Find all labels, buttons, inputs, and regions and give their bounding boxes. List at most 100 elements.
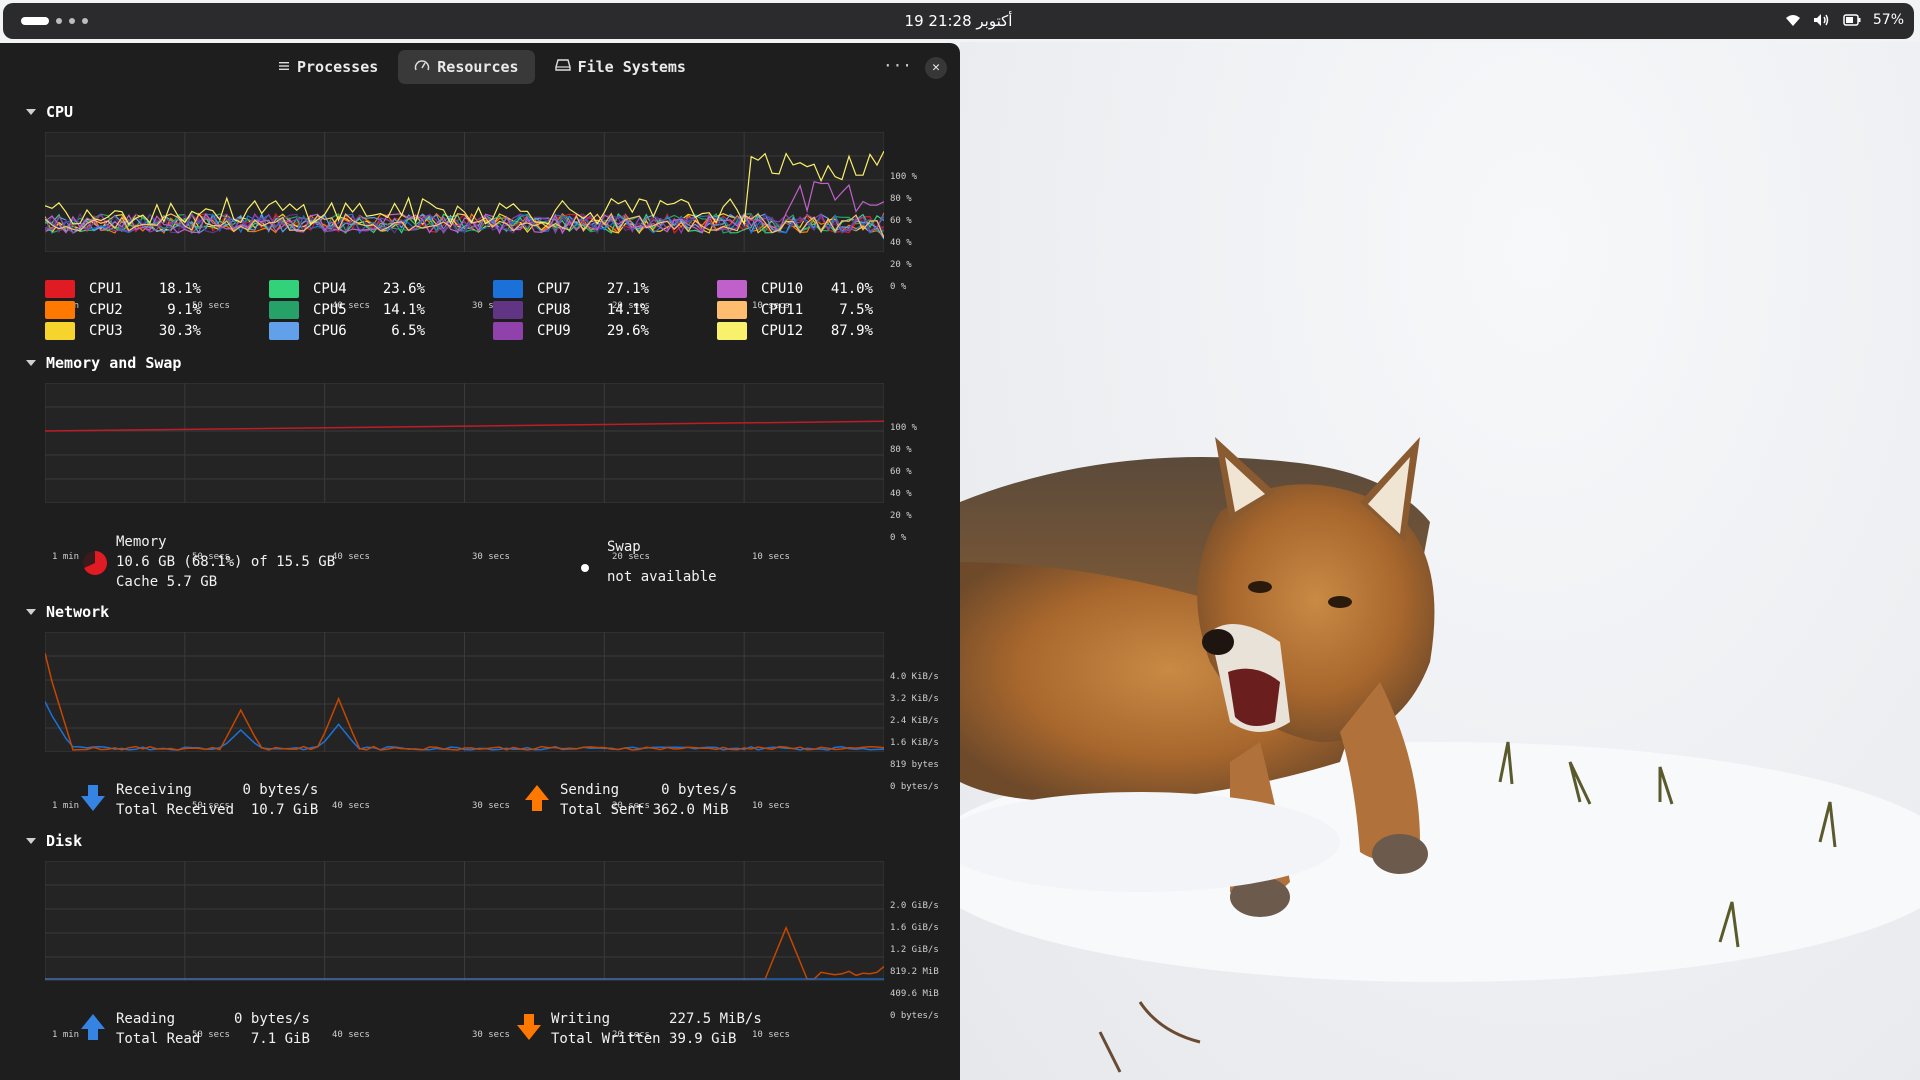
legend-core-name: CPU6	[313, 323, 347, 339]
sending-value: 0 bytes/s	[661, 782, 738, 798]
clock[interactable]: 19 أكتوبر 21:28	[3, 12, 1914, 30]
cpu-legend-item: CPU9 29.6%	[493, 322, 649, 340]
system-tray[interactable]: 57%	[1785, 12, 1904, 28]
tab-file-systems[interactable]: File Systems	[539, 50, 702, 84]
cpu-legend-item: CPU3 30.3%	[45, 322, 201, 340]
battery-icon	[1843, 14, 1861, 26]
legend-core-value: 7.5%	[839, 302, 873, 318]
top-bar-panel: 19 أكتوبر 21:28 57%	[3, 3, 1914, 39]
section-cpu-header[interactable]: CPU	[26, 103, 73, 121]
swap-info: Swap not available	[607, 532, 717, 592]
legend-swatch	[45, 322, 75, 340]
x-axis-tick-label: 10 secs	[752, 801, 790, 811]
disk-graph-canvas	[45, 861, 884, 981]
legend-core-value: 14.1%	[606, 302, 649, 318]
y-axis-tick-label: 60 %	[890, 216, 912, 226]
total-sent-value: 362.0 MiB	[652, 802, 729, 818]
memory-graph-canvas	[45, 383, 884, 503]
volume-icon	[1813, 13, 1831, 27]
tab-processes[interactable]: Processes	[262, 50, 394, 84]
legend-core-name: CPU1	[89, 281, 123, 297]
section-title: CPU	[46, 103, 74, 121]
legend-core-value: 29.6%	[606, 323, 649, 339]
disk-write-info: Writing 227.5 MiB/s Total Written 39.9 G…	[551, 1009, 762, 1049]
cpu-legend-item: CPU10 41.0%	[717, 280, 873, 298]
tab-resources[interactable]: Resources	[398, 50, 535, 84]
legend-core-value: 87.9%	[830, 323, 873, 339]
cpu-legend-item: CPU5 14.1%	[269, 301, 425, 319]
x-axis-tick-label: 10 secs	[752, 552, 790, 562]
x-axis-tick-label: 40 secs	[332, 552, 370, 562]
section-disk-header[interactable]: Disk	[26, 832, 82, 850]
y-axis-tick-label: 3.2 KiB/s	[890, 694, 939, 704]
y-axis-tick-label: 80 %	[890, 194, 912, 204]
disk-graph	[45, 861, 884, 981]
legend-swatch	[269, 301, 299, 319]
section-memory-header[interactable]: Memory and Swap	[26, 354, 181, 372]
x-axis-tick-label: 40 secs	[332, 1030, 370, 1040]
swap-dot-icon	[580, 558, 590, 577]
close-button[interactable]: ✕	[925, 57, 947, 79]
tab-label: File Systems	[577, 58, 686, 76]
legend-swatch	[717, 322, 747, 340]
write-arrow-icon	[516, 1013, 542, 1045]
more-options-button[interactable]: ···	[883, 54, 912, 80]
total-written-value: 39.9 GiB	[669, 1031, 737, 1047]
legend-swatch	[717, 301, 747, 319]
memory-info: Memory 10.6 GB (68.1%) of 15.5 GB Cache …	[116, 532, 335, 592]
swap-label: Swap	[607, 539, 641, 555]
legend-core-name: CPU2	[89, 302, 123, 318]
legend-core-value: 9.1%	[167, 302, 201, 318]
y-axis-tick-label: 1.2 GiB/s	[890, 945, 939, 955]
receiving-value: 0 bytes/s	[242, 782, 319, 798]
y-axis-tick-label: 20 %	[890, 511, 912, 521]
legend-swatch	[493, 301, 523, 319]
tab-label: Resources	[437, 58, 519, 76]
download-arrow-icon	[80, 784, 106, 816]
drive-icon	[554, 58, 571, 76]
y-axis-tick-label: 2.0 GiB/s	[890, 901, 939, 911]
network-graph	[45, 632, 884, 752]
writing-value: 227.5 MiB/s	[669, 1011, 762, 1027]
tab-label: Processes	[297, 58, 379, 76]
top-bar: 19 أكتوبر 21:28 57%	[0, 0, 1920, 42]
x-axis-tick-label: 30 secs	[472, 801, 510, 811]
x-axis-tick-label: 30 secs	[472, 1030, 510, 1040]
y-axis-tick-label: 40 %	[890, 489, 912, 499]
legend-swatch	[45, 280, 75, 298]
total-received-label: Total Received	[116, 802, 235, 818]
x-axis-tick-label: 1 min	[52, 801, 80, 811]
y-axis-tick-label: 2.4 KiB/s	[890, 716, 939, 726]
legend-core-name: CPU5	[313, 302, 347, 318]
legend-core-name: CPU4	[313, 281, 347, 297]
cpu-graph-canvas	[45, 132, 884, 252]
section-title: Memory and Swap	[46, 354, 182, 372]
total-read-label: Total Read	[116, 1031, 201, 1047]
section-network-header[interactable]: Network	[26, 603, 109, 621]
legend-core-value: 14.1%	[382, 302, 425, 318]
legend-core-value: 6.5%	[391, 323, 425, 339]
legend-core-name: CPU9	[537, 323, 571, 339]
disk-read-info: Reading 0 bytes/s Total Read 7.1 GiB	[116, 1009, 310, 1049]
desktop-wallpaper	[960, 42, 1920, 1080]
reading-value: 0 bytes/s	[234, 1011, 310, 1027]
wifi-icon	[1785, 13, 1801, 27]
total-received-value: 10.7 GiB	[250, 802, 319, 818]
y-axis-tick-label: 100 %	[890, 172, 918, 182]
sending-label: Sending	[560, 782, 620, 798]
x-axis-tick-label: 40 secs	[332, 801, 370, 811]
y-axis-tick-label: 0 bytes/s	[890, 1011, 939, 1021]
legend-core-value: 41.0%	[830, 281, 873, 297]
cpu-legend-item: CPU7 27.1%	[493, 280, 649, 298]
gauge-icon	[414, 58, 430, 76]
memory-usage: 10.6 GB (68.1%) of 15.5 GB	[116, 554, 336, 570]
legend-core-name: CPU7	[537, 281, 571, 297]
y-axis-tick-label: 40 %	[890, 238, 912, 248]
y-axis-tick-label: 819.2 MiB	[890, 967, 939, 977]
memory-pie-icon	[82, 550, 108, 580]
legend-core-name: CPU3	[89, 323, 123, 339]
x-axis-tick-label: 30 secs	[472, 552, 510, 562]
legend-core-name: CPU10	[761, 281, 804, 297]
cpu-legend-item: CPU1 18.1%	[45, 280, 201, 298]
x-axis-tick-label: 1 min	[52, 1030, 80, 1040]
